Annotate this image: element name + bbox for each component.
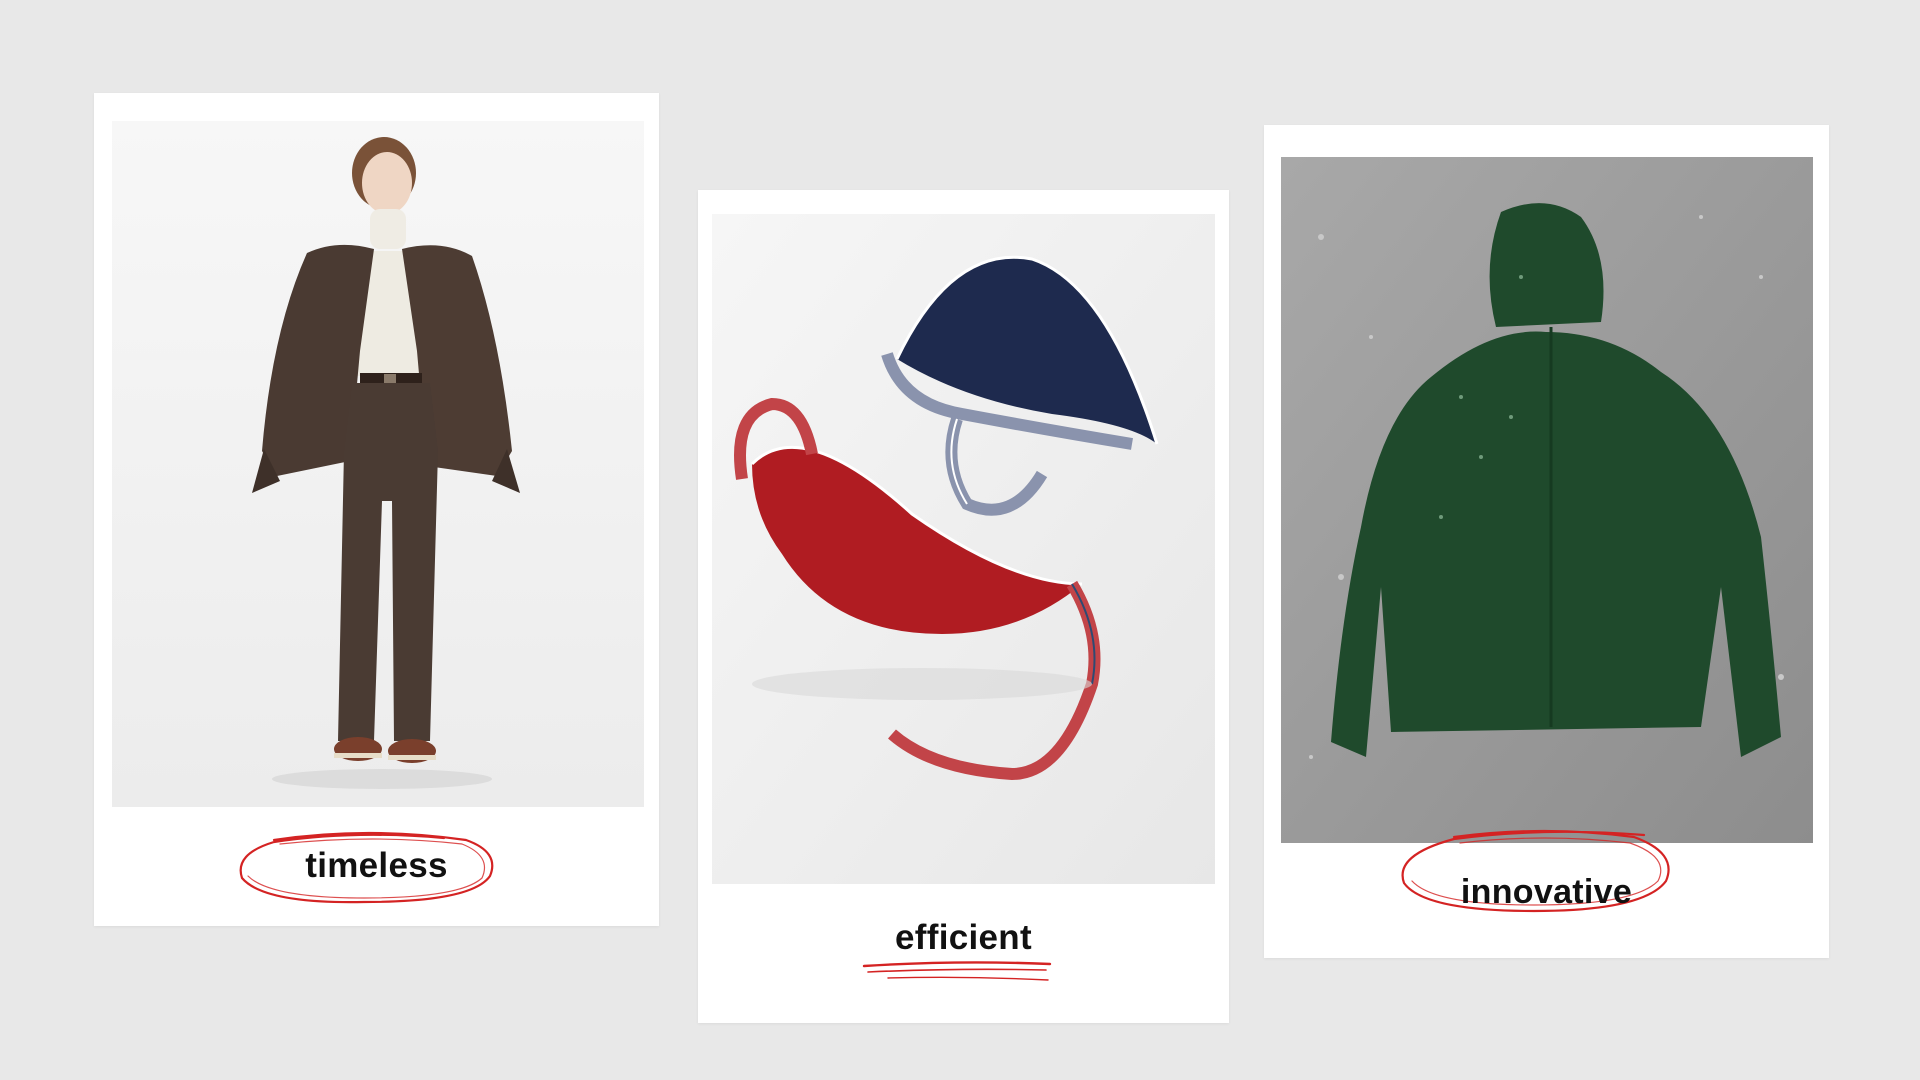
polaroid-card-efficient[interactable]: efficient (698, 190, 1229, 1023)
shoulder-bags-photo (712, 214, 1215, 884)
suit-outfit-photo (112, 121, 644, 807)
caption-efficient: efficient (895, 918, 1032, 957)
polaroid-card-timeless[interactable]: timeless (94, 93, 659, 926)
caption-innovative: innovative (1460, 873, 1633, 911)
rain-jacket-photo (1281, 157, 1813, 843)
red-underline-scribble (862, 961, 1052, 981)
polaroid-card-innovative[interactable]: innovative (1264, 125, 1829, 958)
caption-timeless: timeless (305, 846, 448, 885)
